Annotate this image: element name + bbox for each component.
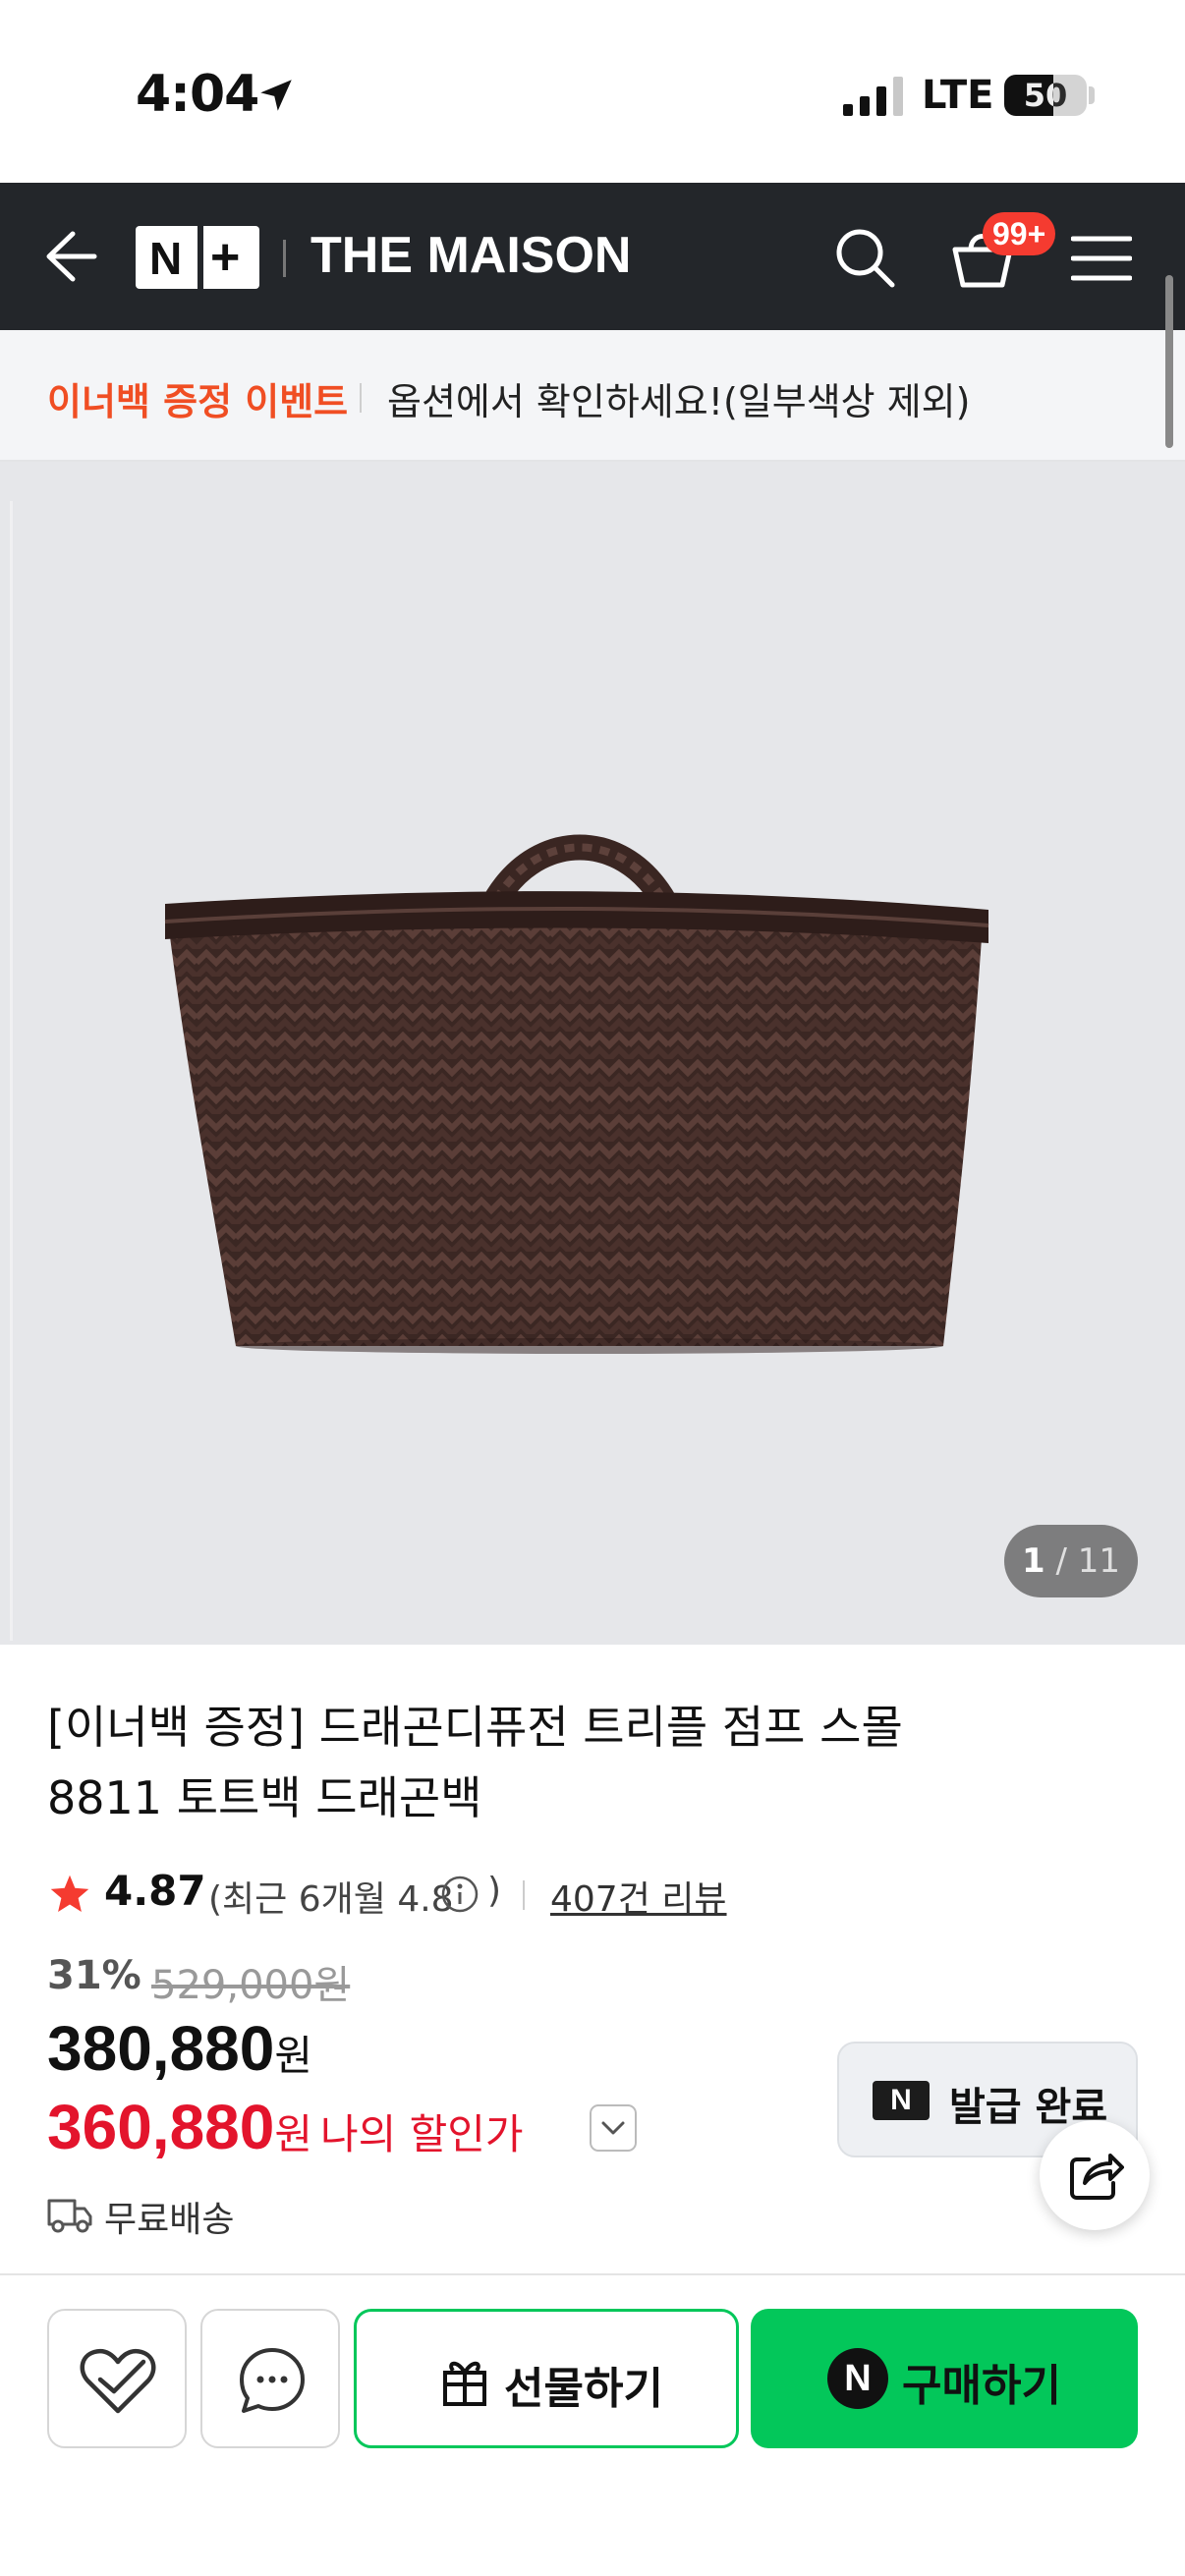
gift-icon bbox=[443, 2361, 486, 2406]
chat-button[interactable] bbox=[200, 2309, 340, 2448]
product-photo-basket-bag bbox=[164, 834, 989, 1354]
my-price-label: 나의 할인가 bbox=[319, 2110, 524, 2158]
gift-label: 선물하기 bbox=[504, 2364, 663, 2414]
status-time: 4:04 bbox=[136, 65, 259, 124]
chevron-down-icon[interactable] bbox=[590, 2104, 637, 2152]
sale-price-value: 380,880 bbox=[47, 2013, 275, 2084]
image-counter: 1 / 11 bbox=[1004, 1525, 1138, 1597]
event-banner[interactable]: 이너백 증정 이벤트 옵션에서 확인하세요!(일부색상 제외) bbox=[0, 330, 1185, 462]
menu-icon[interactable] bbox=[1071, 234, 1132, 283]
back-arrow-icon[interactable] bbox=[43, 226, 100, 287]
naver-n-icon: N bbox=[873, 2081, 930, 2120]
product-title: [이너백 증정] 드래곤디퓨전 트리플 점프 스몰 8811 토트백 드래곤백 bbox=[47, 1701, 903, 1824]
gift-button[interactable]: 선물하기 bbox=[354, 2309, 739, 2448]
logo-divider bbox=[283, 240, 286, 277]
original-price: 529,000원 bbox=[151, 1963, 351, 2008]
naver-pay-n-icon: N bbox=[827, 2348, 888, 2409]
review-count-link[interactable]: 407건 리뷰 bbox=[550, 1871, 727, 1922]
star-icon bbox=[50, 1875, 89, 1912]
event-description: 옵션에서 확인하세요!(일부색상 제외) bbox=[387, 380, 971, 423]
location-arrow-icon bbox=[260, 80, 292, 111]
buy-label: 구매하기 bbox=[902, 2361, 1061, 2411]
sale-price-currency: 원 bbox=[274, 2032, 312, 2080]
signal-icon bbox=[843, 77, 903, 116]
rating-row: 4.87 (최근 6개월 4.8 ) 407건 리뷰 bbox=[47, 1863, 1128, 1922]
product-image-gallery[interactable]: 1 / 11 bbox=[0, 462, 1185, 1645]
recent-rating: (최근 6개월 4.8 bbox=[208, 1879, 454, 1920]
logo-plus: + bbox=[210, 229, 241, 286]
event-divider bbox=[360, 383, 362, 413]
status-bar: 4:04 LTE 50 bbox=[0, 0, 1185, 183]
heart-check-icon bbox=[80, 2348, 156, 2414]
shipping-text: 무료배송 bbox=[104, 2200, 235, 2240]
top-navigation: N + THE MAISON 99+ bbox=[0, 183, 1185, 330]
logo-n: N bbox=[149, 233, 183, 284]
share-icon bbox=[1070, 2154, 1124, 2200]
my-price-value: 360,880 bbox=[47, 2092, 275, 2162]
battery-icon: 50 bbox=[1004, 75, 1087, 116]
store-name[interactable]: THE MAISON bbox=[310, 226, 631, 285]
buy-button[interactable]: N 구매하기 bbox=[751, 2309, 1138, 2448]
network-type: LTE bbox=[922, 73, 994, 118]
recent-rating-close: ) bbox=[487, 1871, 502, 1911]
discount-rate: 31% bbox=[47, 1953, 141, 1998]
search-icon[interactable] bbox=[833, 226, 896, 289]
sale-price: 380,880원 bbox=[47, 2012, 312, 2085]
rating-divider bbox=[523, 1880, 525, 1910]
wishlist-button[interactable] bbox=[47, 2309, 187, 2448]
info-icon[interactable] bbox=[440, 1875, 480, 1914]
my-discount-price: 360,880원 나의 할인가 bbox=[47, 2091, 524, 2163]
bottom-action-bar: 선물하기 N 구매하기 bbox=[0, 2273, 1185, 2576]
my-price-currency: 원 bbox=[274, 2110, 312, 2158]
cart-count-badge: 99+ bbox=[983, 212, 1056, 255]
event-title: 이너백 증정 이벤트 bbox=[47, 380, 349, 423]
chat-bubble-icon bbox=[240, 2348, 305, 2413]
naver-plus-logo[interactable]: N + bbox=[136, 226, 259, 289]
share-button[interactable] bbox=[1040, 2120, 1150, 2230]
rating-value: 4.87 bbox=[104, 1867, 206, 1915]
battery-cap bbox=[1089, 86, 1095, 104]
truck-icon bbox=[47, 2199, 92, 2233]
battery-level: 50 bbox=[1023, 77, 1068, 114]
scroll-indicator[interactable] bbox=[1165, 275, 1173, 448]
